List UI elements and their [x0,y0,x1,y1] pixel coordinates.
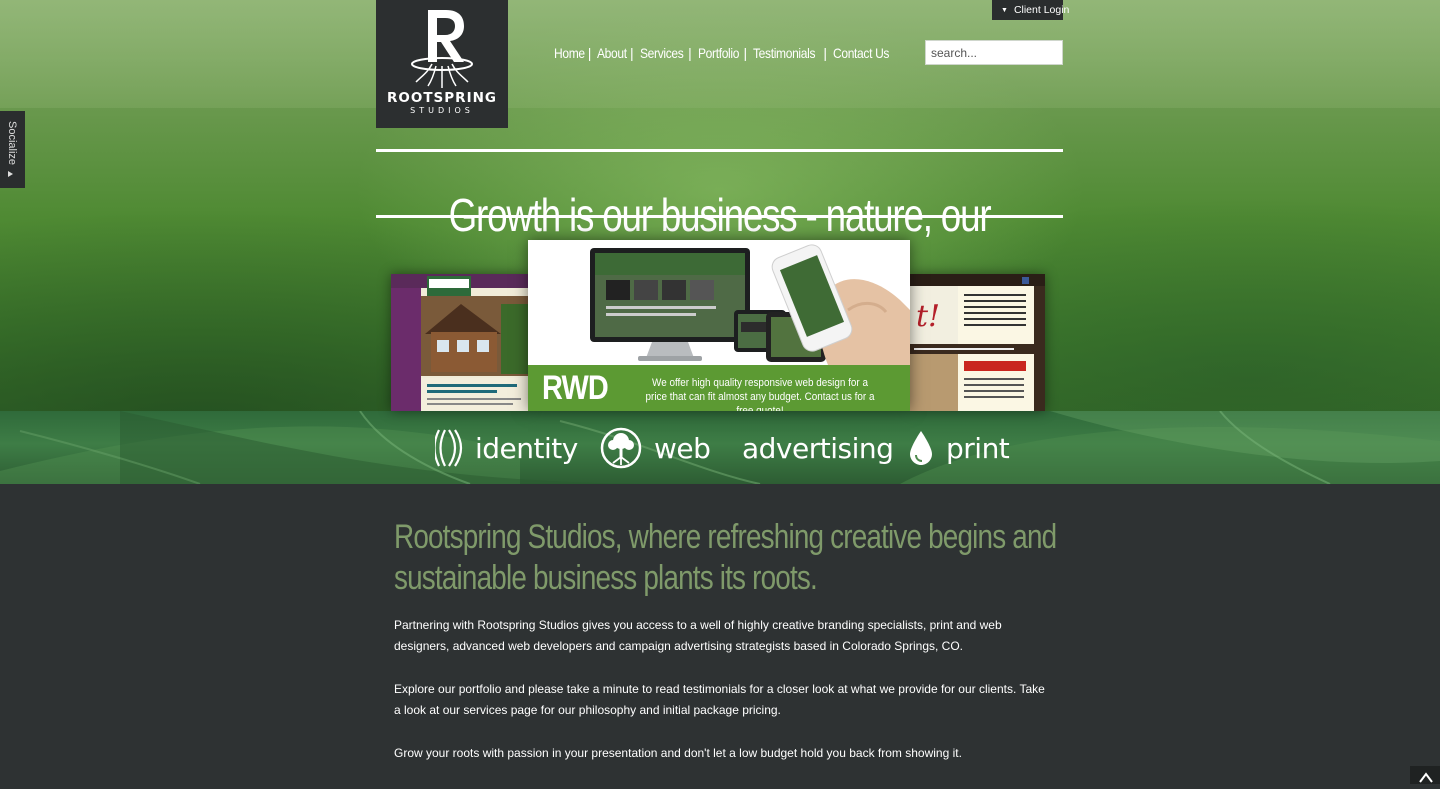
rootspring-logo[interactable]: ROOTSPRING STUDIOS [376,0,508,128]
service-web[interactable]: web [600,427,711,469]
socialize-tab[interactable]: Socialize [0,111,25,188]
intro-paragraph-2: Explore our portfolio and please take a … [394,682,1045,717]
socialize-label: Socialize [6,120,18,166]
portfolio-slide-rwd[interactable]: RWD We offer high quality responsive web… [528,240,910,411]
nav-separator: | [823,45,828,61]
portfolio-slide-green-housekeeping[interactable]: t! [910,274,1045,411]
service-identity-label: identity [475,431,578,465]
portfolio-slide-masterbilt[interactable] [391,274,529,411]
nav-about[interactable]: About [597,45,627,61]
main-nav: Home | About | Services | Portfolio | Te… [554,44,898,62]
client-login-label: Client Login [1013,4,1070,16]
svg-text:t!: t! [916,299,940,334]
search-input[interactable] [925,40,1063,65]
leaf-texture [0,411,1440,484]
service-advertising[interactable]: advertising [742,428,894,468]
rwd-banner: RWD We offer high quality responsive web… [528,365,910,411]
housekeeping-site-thumbnail: t! [910,274,1045,411]
intro-paragraph-3: Grow your roots with passion in your pre… [394,746,962,760]
nav-services[interactable]: Services [640,45,684,61]
service-web-label: web [654,431,711,465]
nav-separator: | [629,45,634,61]
logo-subname: STUDIOS [410,106,474,115]
nav-home[interactable]: Home [554,45,585,61]
nav-contact-us[interactable]: Contact Us [833,45,889,61]
nav-separator: | [688,45,692,61]
drop-icon [910,431,932,465]
rwd-description: We offer high quality responsive web des… [645,377,875,411]
chevron-up-icon [1419,772,1433,783]
service-print[interactable]: print [908,428,1010,468]
service-advertising-label: advertising [742,431,894,465]
services-band [0,411,1440,484]
responsive-devices-illustration [590,244,910,365]
tagline-rule-bottom [376,215,1063,218]
service-print-label: print [946,431,1010,465]
intro-headline: Rootspring Studios, where refreshing cre… [394,518,1057,597]
identity-icon [435,429,463,467]
rwd-badge: RWD [542,369,609,407]
logo-name: ROOTSPRING [387,90,497,106]
nav-separator: | [743,45,748,61]
nav-separator: | [587,45,592,61]
masterbilt-site-thumbnail [391,274,529,411]
client-login-button[interactable]: ▼ Client Login [992,0,1069,20]
back-to-top-button[interactable] [1410,766,1440,784]
intro-paragraph-1: Partnering with Rootspring Studios gives… [394,618,1002,653]
tagline-rule-top [376,149,1063,152]
chevron-right-icon [8,171,13,177]
service-identity[interactable]: identity [435,428,578,468]
root-r-logo-icon [411,10,473,88]
tree-icon [600,427,642,469]
nav-testimonials[interactable]: Testimonials [753,45,815,61]
chevron-down-icon: ▼ [1001,7,1008,14]
nav-portfolio[interactable]: Portfolio [698,45,739,61]
